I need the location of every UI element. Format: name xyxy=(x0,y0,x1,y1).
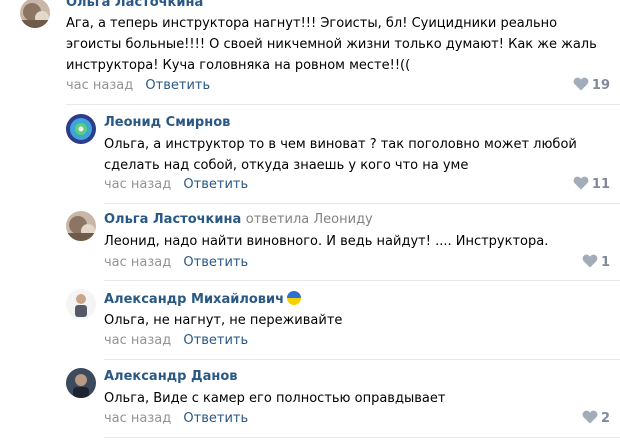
comment-meta: час назад Ответить xyxy=(104,333,248,349)
comment-meta: час назад Ответить xyxy=(104,411,248,427)
comment-separator xyxy=(66,104,620,105)
comment-separator xyxy=(104,359,620,360)
avatar[interactable] xyxy=(66,289,96,319)
comment-text-line: Леонид, надо найти виновного. И ведь най… xyxy=(104,234,549,249)
comment-text-line: Ага, а теперь инструктора нагнут!!! Эгои… xyxy=(66,16,558,31)
comment-meta: час назад Ответить xyxy=(66,78,210,94)
comment-separator xyxy=(104,203,620,204)
comment-author[interactable]: Леонид Смирнов xyxy=(104,115,230,131)
avatar[interactable] xyxy=(66,368,96,398)
heart-icon xyxy=(582,410,598,424)
heart-icon xyxy=(582,254,598,268)
comment-separator xyxy=(104,280,620,281)
like-count: 11 xyxy=(591,177,610,192)
comment-separator xyxy=(104,437,620,438)
like-count: 1 xyxy=(600,255,610,270)
comment-text-line: Ольга, а инструктор то в чем виноват ? т… xyxy=(104,137,577,152)
comment-author[interactable]: Александр Михайлович xyxy=(104,291,302,308)
comment-author-name[interactable]: Ольга Ласточкина xyxy=(104,212,241,227)
comment-author[interactable]: Ольга Ласточкина xyxy=(66,0,203,11)
like-button[interactable]: 11 xyxy=(573,176,610,193)
replied-to-label[interactable]: ответила Леониду xyxy=(246,212,373,227)
comment-time[interactable]: час назад xyxy=(104,177,171,192)
reply-link[interactable]: Ответить xyxy=(145,78,210,93)
ukraine-flag-icon xyxy=(287,291,302,305)
heart-icon xyxy=(573,77,589,91)
comment-text-line: эгоисты больные!!!! О своей никчемной жи… xyxy=(66,37,597,52)
avatar[interactable] xyxy=(20,0,50,28)
like-button[interactable]: 19 xyxy=(573,77,610,94)
like-count: 19 xyxy=(591,78,610,93)
comment-text-line: инструктора! Куча головняка на ровном ме… xyxy=(66,58,411,73)
reply-link[interactable]: Ответить xyxy=(183,255,248,270)
avatar[interactable] xyxy=(66,114,96,144)
comment-author[interactable]: Александр Данов xyxy=(104,369,238,385)
comment-meta: час назад Ответить xyxy=(104,177,248,193)
reply-link[interactable]: Ответить xyxy=(183,411,248,426)
comment-author[interactable]: Ольга Ласточкина ответила Леониду xyxy=(104,212,373,228)
avatar-photo-icon xyxy=(66,114,96,144)
avatar-photo-icon xyxy=(66,368,96,398)
like-count: 2 xyxy=(600,411,610,426)
comment-text-line: Ольга, Виде с камер его полностью оправд… xyxy=(104,391,446,406)
avatar-photo-icon xyxy=(20,0,50,28)
comment-time[interactable]: час назад xyxy=(104,411,171,426)
avatar-photo-icon xyxy=(66,211,96,241)
avatar-photo-icon xyxy=(66,289,96,319)
comment-meta: час назад Ответить xyxy=(104,255,248,271)
comment-time[interactable]: час назад xyxy=(104,255,171,270)
like-button[interactable]: 2 xyxy=(582,410,610,427)
comment-text-line: Ольга, не нагнут, не переживайте xyxy=(104,313,343,328)
avatar[interactable] xyxy=(66,211,96,241)
comment-time[interactable]: час назад xyxy=(104,333,171,348)
reply-link[interactable]: Ответить xyxy=(183,177,248,192)
comment-time[interactable]: час назад xyxy=(66,78,133,93)
comment-author-name[interactable]: Александр Михайлович xyxy=(104,292,284,307)
reply-link[interactable]: Ответить xyxy=(183,333,248,348)
comment-text-line: сделать над собой, откуда знаешь у кого … xyxy=(104,158,469,173)
heart-icon xyxy=(573,176,589,190)
like-button[interactable]: 1 xyxy=(582,254,610,271)
